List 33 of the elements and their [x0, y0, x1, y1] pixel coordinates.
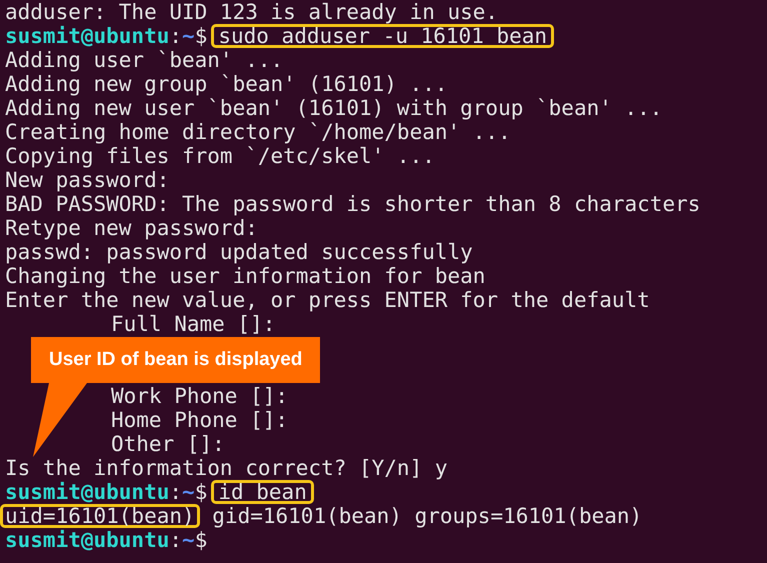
output-text: Adding new user `bean' (16101) with group `bean' ...	[4, 96, 664, 120]
command-text: id bean	[211, 480, 314, 504]
prompt-path: ~	[182, 528, 195, 552]
output-text: adduser: The UID 123 is already in use.	[4, 0, 500, 24]
prompt-symbol: $	[194, 480, 208, 504]
prompt-separator: :	[169, 480, 182, 504]
output-text: passwd: password updated successfully	[4, 240, 474, 264]
prompt-path: ~	[182, 24, 195, 48]
output-text: Adding user `bean' ...	[4, 48, 284, 72]
output-text: Changing the user information for bean	[4, 264, 486, 288]
prompt-separator: :	[169, 528, 182, 552]
output-text: Adding new group `bean' (16101) ...	[4, 72, 449, 96]
output-text: Home Phone []:	[110, 408, 290, 432]
output-text: Other []:	[110, 432, 226, 456]
output-text: Full Name []:	[110, 312, 276, 336]
prompt-user-host: susmit@ubuntu	[5, 528, 170, 552]
prompt-user-host: susmit@ubuntu	[5, 24, 170, 48]
output-text: Creating home directory `/home/bean' ...	[4, 120, 512, 144]
prompt-separator: :	[169, 24, 182, 48]
prompt-user-host: susmit@ubuntu	[5, 480, 170, 504]
output-text: gid=16101(bean) groups=16101(bean)	[211, 504, 644, 528]
output-text: uid=16101(bean)	[0, 504, 200, 528]
prompt-symbol: $	[194, 528, 208, 552]
output-text: Is the information correct? [Y/n] y	[4, 456, 449, 480]
output-text: Enter the new value, or press ENTER for the default	[4, 288, 651, 312]
output-text: Retype new password:	[4, 216, 259, 240]
output-text: Copying files from `/etc/skel' ...	[4, 144, 436, 168]
prompt-symbol: $	[194, 24, 208, 48]
command-text: sudo adduser -u 16101 bean	[211, 24, 554, 48]
output-text: Work Phone []:	[110, 384, 290, 408]
prompt-path: ~	[182, 480, 195, 504]
output-text: New password:	[4, 168, 170, 192]
output-text: BAD PASSWORD: The password is shorter than 8 characters	[4, 192, 702, 216]
